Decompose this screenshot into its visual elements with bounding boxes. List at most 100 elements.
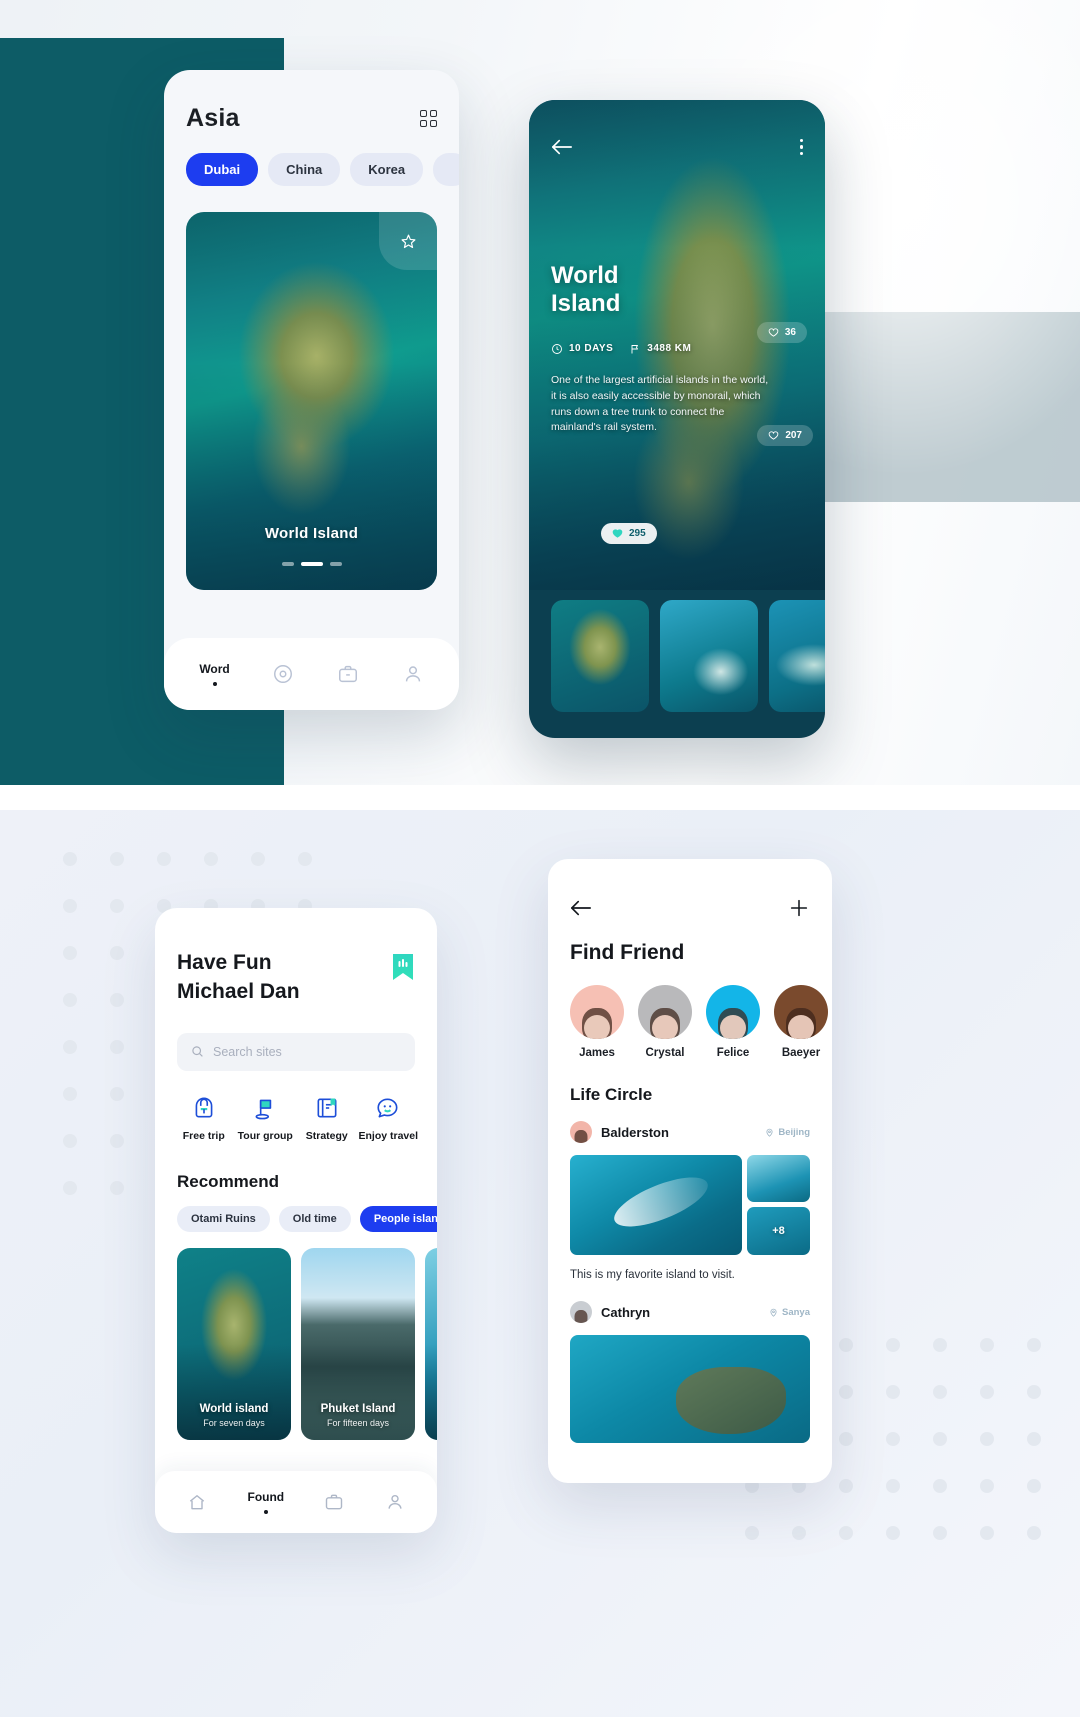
tab-home[interactable]: [187, 1492, 207, 1512]
hero-caption: World Island: [264, 525, 359, 542]
chip-korea[interactable]: Korea: [350, 153, 424, 186]
phone-find-friend: Find Friend James Crystal Felice Baeyer …: [548, 859, 832, 1483]
friend-avatar-row[interactable]: James Crystal Felice Baeyer: [548, 965, 832, 1059]
bottom-tabbar[interactable]: Word: [164, 638, 459, 710]
friend-crystal[interactable]: Crystal: [638, 985, 692, 1059]
chip-dubai[interactable]: Dubai: [186, 153, 259, 186]
heart-filled-icon: [612, 529, 623, 538]
avatar[interactable]: [570, 1121, 592, 1143]
greeting-line2: Michael Dan: [177, 980, 300, 1004]
card-title: World island: [199, 1402, 269, 1415]
post-media-grid[interactable]: +8: [548, 1143, 832, 1255]
avatar[interactable]: [774, 985, 828, 1039]
detail-meta-row: 10 DAYS 3488 KM: [551, 343, 773, 355]
page-title: Asia: [186, 104, 240, 132]
showcase-section-top: Asia Dubai China Korea World Island Word: [0, 0, 1080, 785]
plus-icon[interactable]: [788, 897, 810, 919]
duration-meta: 10 DAYS: [551, 343, 613, 355]
recommend-card-phuket-island[interactable]: Phuket Island For fifteen days: [301, 1247, 415, 1440]
thumbnail-island[interactable]: [551, 600, 649, 712]
back-arrow-icon[interactable]: [570, 899, 592, 917]
category-enjoy-travel[interactable]: Enjoy travel: [358, 1095, 420, 1142]
compass-icon: [274, 665, 293, 683]
recommend-card-row[interactable]: World island For seven days Phuket Islan…: [155, 1232, 437, 1440]
tab-active-dot: [263, 1510, 268, 1514]
greeting-title: Have Fun Michael Dan: [177, 948, 300, 1007]
category-label: Free trip: [182, 1129, 225, 1142]
category-tour-group[interactable]: Tour group: [235, 1095, 297, 1142]
friend-baeyer[interactable]: Baeyer: [774, 985, 828, 1059]
flag-icon: [631, 344, 639, 354]
recommend-title: Recommend: [177, 1171, 280, 1191]
clock-icon: [552, 343, 562, 354]
post-location: Beijing: [765, 1127, 810, 1138]
phone-island-detail: World Island 10 DAYS 3488 KM One of the: [529, 100, 825, 738]
post-header-cathryn: Cathryn Sanya: [548, 1281, 832, 1323]
tab-briefcase[interactable]: [337, 663, 359, 685]
rchip-people-island[interactable]: People island: [359, 1205, 437, 1232]
duration-value: 10 DAYS: [569, 343, 614, 355]
post-header-balderston: Balderston Beijing: [548, 1105, 832, 1143]
post-image-small-2[interactable]: +8: [747, 1207, 810, 1255]
chip-china[interactable]: China: [268, 153, 341, 186]
rchip-otami-ruins[interactable]: Otami Ruins: [177, 1205, 270, 1232]
avatar[interactable]: [638, 985, 692, 1039]
tab-person[interactable]: [402, 663, 424, 685]
bottom-tabbar[interactable]: Found: [155, 1471, 437, 1533]
post-image-wide[interactable]: [570, 1335, 810, 1443]
greeting-line1: Have Fun: [177, 951, 272, 974]
tab-found[interactable]: Found: [247, 1490, 284, 1514]
heart-icon: [768, 328, 779, 337]
hero-destination-card[interactable]: World Island: [186, 212, 437, 590]
recommend-card-partial[interactable]: [425, 1247, 437, 1440]
back-arrow-icon[interactable]: [551, 138, 573, 156]
post-location-label: Beijing: [778, 1126, 810, 1138]
home-icon: [190, 1495, 205, 1510]
like-badge-295[interactable]: 295: [601, 523, 657, 544]
tab-word[interactable]: Word: [199, 662, 230, 686]
thumbnail-lagoon[interactable]: [660, 600, 758, 712]
friend-name: Felice: [716, 1047, 750, 1059]
chip-partial[interactable]: [433, 153, 459, 186]
category-row[interactable]: Free trip Tour group Strategy Enjoy trav…: [155, 1071, 437, 1142]
avatar[interactable]: [706, 985, 760, 1039]
friend-name: Baeyer: [781, 1047, 821, 1059]
card-title: Phuket Island: [320, 1402, 396, 1415]
thumbnail-reef[interactable]: [769, 600, 825, 712]
like-badge-207[interactable]: 207: [757, 425, 813, 446]
rchip-old-time[interactable]: Old time: [278, 1205, 351, 1232]
bookmark-icon[interactable]: [391, 952, 415, 982]
search-input[interactable]: Search sites: [177, 1032, 415, 1071]
recommend-card-world-island[interactable]: World island For seven days: [177, 1247, 291, 1440]
post-location-label: Sanya: [782, 1306, 810, 1318]
category-free-trip[interactable]: Free trip: [173, 1095, 235, 1142]
tab-briefcase[interactable]: [324, 1492, 344, 1512]
briefcase-icon: [326, 1494, 343, 1510]
tab-active-dot: [212, 682, 217, 686]
avatar[interactable]: [570, 1301, 592, 1323]
card-subtitle: For seven days: [203, 1417, 265, 1428]
flag-tour-icon: [255, 1099, 272, 1120]
pin-icon: [770, 1308, 777, 1317]
tab-compass[interactable]: [272, 663, 294, 685]
friend-james[interactable]: James: [570, 985, 624, 1059]
phone-asia-home: Asia Dubai China Korea World Island Word: [164, 70, 459, 710]
post-image-main[interactable]: [570, 1155, 742, 1255]
friend-felice[interactable]: Felice: [706, 985, 760, 1059]
detail-title-line1: World: [551, 262, 619, 289]
carousel-dots[interactable]: [186, 562, 437, 566]
category-label: Strategy: [305, 1129, 348, 1142]
avatar[interactable]: [570, 985, 624, 1039]
detail-thumbnail-strip[interactable]: [529, 590, 825, 738]
like-badge-36[interactable]: 36: [756, 322, 807, 343]
star-icon[interactable]: [379, 212, 437, 270]
kebab-menu-icon[interactable]: [799, 138, 803, 156]
grid-icon[interactable]: [420, 110, 437, 127]
find-friend-header: [548, 859, 832, 919]
category-strategy[interactable]: Strategy: [296, 1095, 358, 1142]
post-image-small-1[interactable]: [747, 1155, 810, 1202]
recommend-chip-row[interactable]: Otami Ruins Old time People island: [155, 1192, 437, 1232]
country-chip-row[interactable]: Dubai China Korea: [164, 133, 459, 186]
like-count: 295: [629, 528, 646, 539]
tab-person[interactable]: [385, 1492, 405, 1512]
